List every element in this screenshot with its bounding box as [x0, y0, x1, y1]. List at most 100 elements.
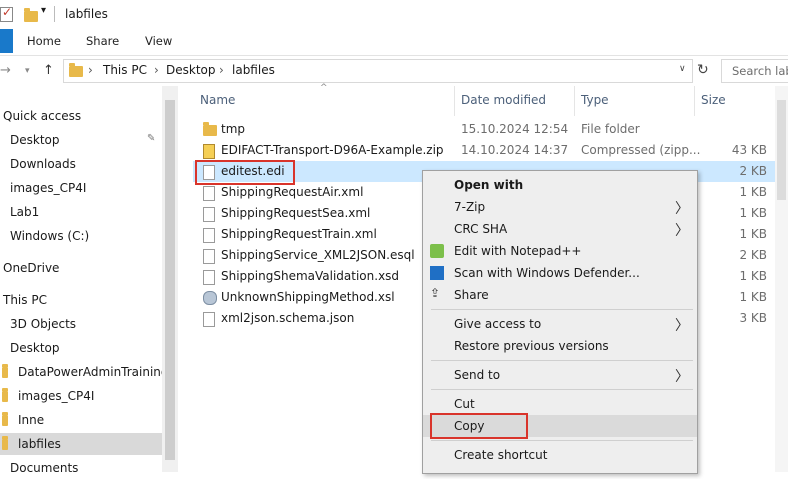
column-header-date-modified[interactable]: Date modified	[461, 93, 546, 107]
menu-label: Restore previous versions	[454, 339, 609, 353]
context-menu: Open with 7-Zip 〉 CRC SHA 〉 Edit with Note…	[422, 170, 698, 474]
document-icon	[203, 270, 215, 285]
menu-item-scan-defender[interactable]: Scan with Windows Defender...	[423, 262, 697, 284]
column-divider[interactable]	[574, 86, 575, 116]
up-arrow-icon[interactable]: ↑	[43, 63, 54, 78]
xsl-icon	[203, 291, 217, 305]
menu-item-open-with[interactable]: Open with	[423, 174, 697, 196]
breadcrumb-labfiles[interactable]: labfiles	[232, 63, 275, 77]
breadcrumb-separator: ›	[154, 63, 159, 77]
submenu-arrow-icon: 〉	[675, 318, 689, 334]
menu-item-share[interactable]: ⇪ Share	[423, 284, 697, 306]
file-size: 3 KB	[739, 311, 767, 325]
file-name: ShippingService_XML2JSON.esql	[221, 248, 415, 262]
highlight-box-copy	[430, 413, 528, 439]
nav-desktop-pc[interactable]: Desktop	[0, 337, 162, 359]
nav-onedrive[interactable]: OneDrive	[0, 257, 162, 279]
navigation-scrollbar[interactable]	[162, 86, 178, 472]
file-size: 1 KB	[739, 227, 767, 241]
back-arrow-icon[interactable]: →	[0, 63, 11, 78]
new-folder-icon[interactable]	[24, 8, 38, 22]
breadcrumb-this-pc[interactable]: This PC	[103, 63, 147, 77]
nav-label: Desktop	[10, 133, 60, 147]
menu-item-create-shortcut[interactable]: Create shortcut	[423, 444, 697, 466]
address-bar[interactable]: › This PC › Desktop › labfiles ∨	[63, 59, 693, 83]
nav-label: DataPowerAdminTraining_	[18, 365, 175, 379]
menu-item-give-access[interactable]: Give access to 〉	[423, 313, 697, 335]
file-size: 1 KB	[739, 185, 767, 199]
nav-this-pc[interactable]: This PC	[0, 289, 162, 311]
customize-toolbar-dropdown-icon[interactable]: ▾	[41, 5, 46, 16]
nav-downloads[interactable]: Downloads	[0, 153, 162, 175]
nav-windows-c[interactable]: Windows (C:)	[0, 225, 162, 247]
file-tab[interactable]	[0, 29, 13, 53]
menu-separator	[431, 309, 693, 310]
submenu-arrow-icon: 〉	[675, 223, 689, 239]
file-list-scrollbar[interactable]	[775, 86, 788, 472]
menu-label: Send to	[454, 368, 501, 382]
nav-quick-access[interactable]: Quick access	[0, 105, 162, 127]
submenu-arrow-icon: 〉	[675, 369, 689, 385]
nav-lab1[interactable]: Lab1	[0, 201, 162, 223]
nav-label: Desktop	[10, 341, 60, 355]
menu-label: Cut	[454, 397, 475, 411]
nav-labfiles-folder[interactable]: labfiles	[0, 433, 162, 455]
column-header-name[interactable]: Name	[200, 93, 235, 107]
tab-view[interactable]: View	[145, 34, 172, 48]
file-row[interactable]: EDIFACT-Transport-D96A-Example.zip 14.10…	[193, 140, 775, 161]
tab-home[interactable]: Home	[27, 34, 61, 48]
nav-images-cp4i-folder[interactable]: images_CP4I	[0, 385, 162, 407]
file-type: File folder	[581, 122, 640, 136]
quick-access-toolbar-properties-icon[interactable]	[0, 5, 13, 22]
file-size: 43 KB	[731, 143, 767, 157]
column-header-type[interactable]: Type	[581, 93, 609, 107]
menu-item-restore-versions[interactable]: Restore previous versions	[423, 335, 697, 357]
nav-3d-objects[interactable]: 3D Objects	[0, 313, 162, 335]
breadcrumb-desktop[interactable]: Desktop	[166, 63, 216, 77]
column-header-size[interactable]: Size	[701, 93, 726, 107]
menu-item-edit-notepadpp[interactable]: Edit with Notepad++	[423, 240, 697, 262]
folder-icon	[69, 63, 83, 77]
refresh-icon[interactable]: ↻	[697, 62, 709, 78]
menu-item-crc-sha[interactable]: CRC SHA 〉	[423, 218, 697, 240]
file-date: 15.10.2024 12:54	[461, 122, 569, 136]
nav-datapower-folder[interactable]: DataPowerAdminTraining_	[0, 361, 175, 383]
menu-label: Create shortcut	[454, 448, 548, 462]
folder-icon	[2, 436, 8, 450]
nav-label: images_CP4I	[10, 181, 87, 195]
tab-share[interactable]: Share	[86, 34, 119, 48]
nav-images-cp4i[interactable]: images_CP4I	[0, 177, 162, 199]
nav-label: images_CP4I	[18, 389, 95, 403]
file-name: tmp	[221, 122, 246, 136]
address-dropdown-icon[interactable]: ∨	[679, 64, 686, 74]
notepadpp-icon	[430, 244, 444, 258]
nav-desktop[interactable]: Desktop ✎	[0, 129, 162, 151]
file-name: EDIFACT-Transport-D96A-Example.zip	[221, 143, 444, 157]
zip-icon	[203, 144, 215, 159]
nav-inne-folder[interactable]: Inne	[0, 409, 162, 431]
menu-label: CRC SHA	[454, 222, 508, 236]
file-date: 14.10.2024 14:37	[461, 143, 569, 157]
navigation-pane: Quick access Desktop ✎ Downloads images_…	[0, 100, 175, 475]
search-input[interactable]: Search labf	[721, 59, 788, 83]
folder-icon	[2, 412, 8, 426]
scrollbar-thumb[interactable]	[165, 100, 175, 460]
recent-locations-icon[interactable]: ▾	[25, 66, 30, 76]
menu-item-cut[interactable]: Cut	[423, 393, 697, 415]
column-divider[interactable]	[454, 86, 455, 116]
document-icon	[203, 249, 215, 264]
column-divider[interactable]	[694, 86, 695, 116]
menu-item-send-to[interactable]: Send to 〉	[423, 364, 697, 386]
title-bar: ▾ labfiles	[0, 0, 788, 29]
file-name: UnknownShippingMethod.xsl	[221, 290, 395, 304]
sort-ascending-icon: ^	[320, 83, 328, 93]
nav-label: OneDrive	[3, 261, 60, 275]
scrollbar-thumb[interactable]	[777, 100, 786, 200]
document-icon	[203, 312, 215, 327]
menu-separator	[431, 360, 693, 361]
pin-icon[interactable]: ✎	[147, 133, 155, 144]
file-name: ShippingShemaValidation.xsd	[221, 269, 400, 283]
menu-item-7zip[interactable]: 7-Zip 〉	[423, 196, 697, 218]
file-row[interactable]: tmp 15.10.2024 12:54 File folder	[193, 119, 775, 140]
nav-documents[interactable]: Documents	[0, 457, 162, 479]
